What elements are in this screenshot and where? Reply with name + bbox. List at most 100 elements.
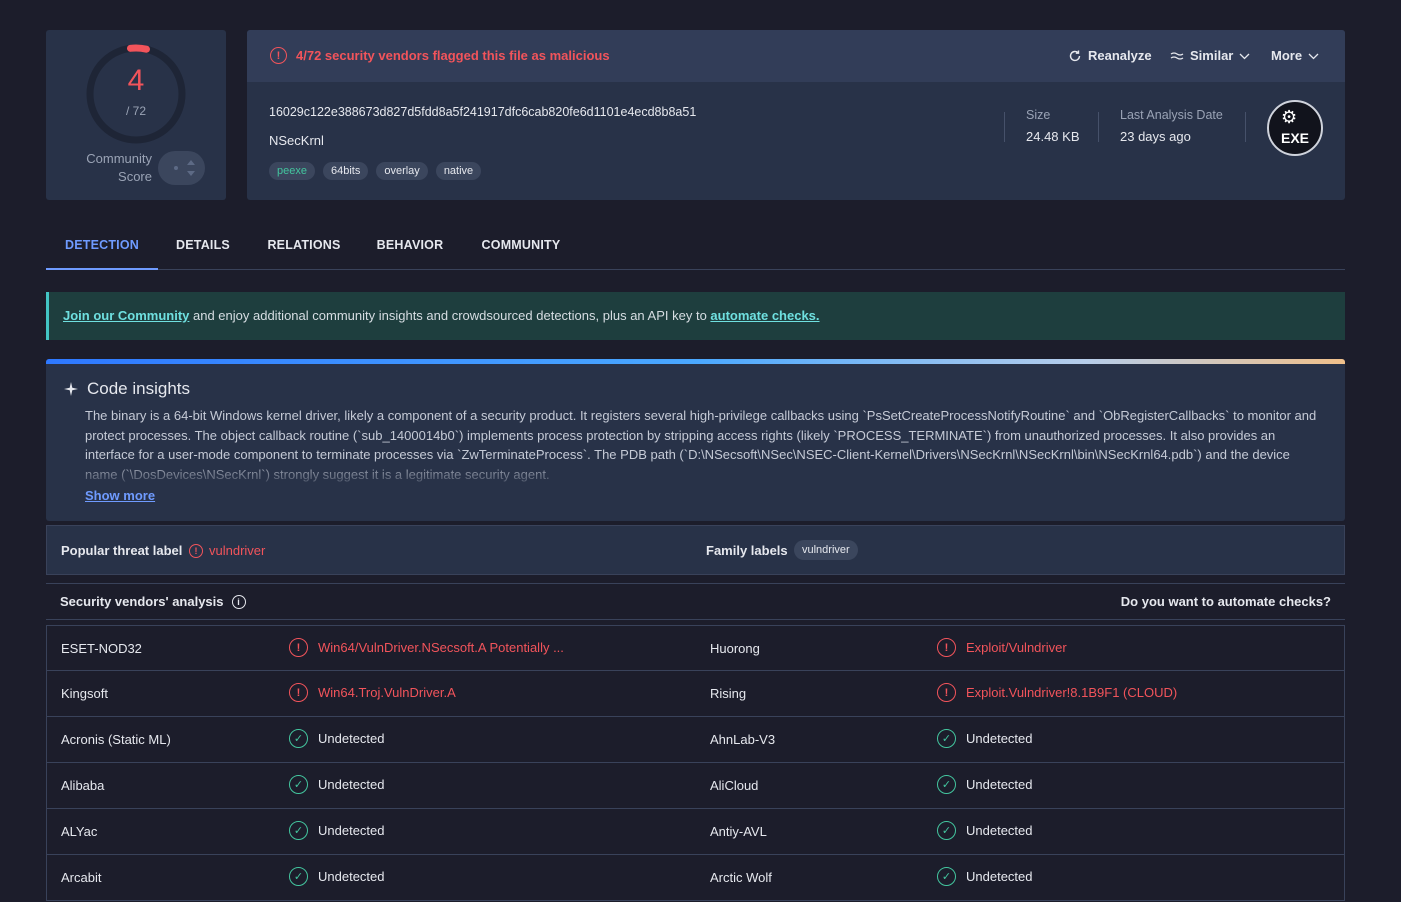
alert-icon: ! [189, 543, 203, 558]
tab-behavior[interactable]: BEHAVIOR [372, 222, 448, 270]
tab-detection[interactable]: DETECTION [46, 222, 158, 270]
reanalyze-label: Reanalyze [1088, 48, 1152, 63]
vendor-result[interactable]: ! Exploit.Vulndriver!8.1B9F1 (CLOUD) [937, 683, 1177, 702]
vendor-result-text: Undetected [318, 777, 385, 792]
vendors-title-text: Security vendors' analysis [60, 594, 224, 609]
more-button[interactable]: More [1271, 48, 1319, 63]
last-analysis-label: Last Analysis Date [1120, 108, 1223, 122]
file-summary-card: ! 4/72 security vendors flagged this fil… [247, 30, 1345, 200]
file-tag[interactable]: 64bits [322, 162, 369, 180]
alert-icon: ! [937, 683, 956, 702]
alert-icon: ! [289, 683, 308, 702]
vendor-result-text: Undetected [966, 777, 1033, 792]
tab-community[interactable]: COMMUNITY [474, 222, 568, 270]
similar-icon [1170, 51, 1184, 60]
file-tags: peexe 64bits overlay native [269, 162, 482, 180]
size-value: 24.48 KB [1026, 129, 1080, 144]
community-score-label-line: Community [86, 151, 152, 166]
vendor-result[interactable]: ! Win64/VulnDriver.NSecsoft.A Potentially… [289, 638, 564, 657]
vote-down-icon[interactable] [187, 171, 195, 176]
vendor-name: Kingsoft [61, 686, 108, 701]
reanalyze-button[interactable]: Reanalyze [1068, 48, 1152, 63]
insights-gradient-bar [46, 359, 1345, 364]
vendor-result-text: Undetected [318, 731, 385, 746]
family-labels-label: Family labels [706, 543, 788, 558]
alert-icon: ! [289, 638, 308, 657]
community-vote-widget[interactable] [158, 151, 205, 185]
tab-details[interactable]: DETAILS [170, 222, 236, 270]
file-tag[interactable]: native [435, 162, 482, 180]
tab-relations[interactable]: RELATIONS [262, 222, 346, 270]
vendor-name: Alibaba [61, 778, 105, 793]
report-tabs: DETECTION DETAILS RELATIONS BEHAVIOR COM… [46, 222, 1345, 270]
vendor-name: Arctic Wolf [710, 870, 772, 885]
automate-checks-prompt[interactable]: Do you want to automate checks? [1121, 594, 1331, 609]
vendor-result-text: Exploit.Vulndriver!8.1B9F1 (CLOUD) [966, 685, 1178, 700]
vendor-name: Rising [710, 686, 747, 701]
vendor-row: ALYac ✓ Undetected Antiy-AVL ✓ Undetected [46, 809, 1345, 855]
vendor-result: ✓ Undetected [289, 821, 385, 840]
code-insights-panel: Code insights The binary is a 64-bit Win… [46, 359, 1345, 521]
vendor-result-text: Undetected [318, 823, 385, 838]
check-circle-icon: ✓ [937, 729, 956, 748]
check-circle-icon: ✓ [937, 867, 956, 886]
vendor-result: ✓ Undetected [937, 729, 1033, 748]
vendor-name: AliCloud [710, 778, 759, 793]
vendor-name: Huorong [710, 641, 760, 656]
info-icon[interactable]: i [231, 594, 246, 609]
vendor-row: Acronis (Static ML) ✓ Undetected AhnLab-V3 ✓… [46, 717, 1345, 763]
malicious-alert-text: 4/72 security vendors flagged this file … [296, 48, 610, 63]
vendor-name: Arcabit [61, 870, 102, 885]
sparkle-icon [64, 382, 78, 396]
alert-icon: ! [937, 638, 956, 657]
vendor-result-text: Undetected [966, 869, 1033, 884]
insights-fade [46, 459, 1345, 487]
vendor-result[interactable]: ! Win64.Troj.VulnDriver.A [289, 683, 456, 702]
divider [1245, 112, 1246, 142]
refresh-icon [1069, 50, 1081, 61]
check-circle-icon: ✓ [289, 775, 308, 794]
vendors-title: Security vendors' analysis i [60, 594, 246, 609]
alert-icon: ! [270, 47, 287, 64]
family-label-tag[interactable]: vulndriver [794, 540, 858, 560]
insights-heading: Code insights [64, 379, 190, 399]
join-community-link[interactable]: Join our Community [63, 308, 189, 323]
automate-checks-link[interactable]: automate checks. [710, 308, 819, 323]
file-tag[interactable]: peexe [269, 162, 315, 180]
vendor-result-text: Win64.Troj.VulnDriver.A [318, 685, 456, 700]
banner-text: and enjoy additional community insights … [189, 308, 711, 323]
vendors-header: Security vendors' analysis i Do you want… [46, 583, 1345, 620]
check-circle-icon: ✓ [937, 775, 956, 794]
show-more-link[interactable]: Show more [85, 488, 155, 503]
vendor-result: ✓ Undetected [289, 775, 385, 794]
vendor-row: Kingsoft! Win64.Troj.VulnDriver.A Rising! E… [46, 671, 1345, 717]
popular-threat-value[interactable]: ! vulndriver [189, 543, 265, 558]
vendor-result-text: Undetected [318, 869, 385, 884]
community-score-dot [174, 166, 178, 170]
vendor-row: Alibaba ✓ Undetected AliCloud ✓ Undetected [46, 763, 1345, 809]
detection-total: / 72 [125, 104, 146, 118]
vendor-result-text: Undetected [966, 823, 1033, 838]
vendor-result[interactable]: ! Exploit/Vulndriver [937, 638, 1067, 657]
vendor-result-text: Undetected [966, 731, 1033, 746]
file-card-header: ! 4/72 security vendors flagged this fil… [247, 30, 1345, 82]
vote-up-icon[interactable] [187, 160, 195, 165]
popular-threat-label: Popular threat label [61, 543, 183, 558]
vendor-row: Arcabit ✓ Undetected Arctic Wolf ✓ Undetected [46, 855, 1345, 901]
insights-title: Code insights [87, 379, 191, 398]
vendor-name: Antiy-AVL [710, 824, 767, 839]
file-hash[interactable]: 16029c122e388673d827d5fdd8a5f241917dfc6c… [269, 105, 696, 119]
file-type-badge: ⚙ EXE [1267, 100, 1323, 156]
check-circle-icon: ✓ [289, 867, 308, 886]
check-circle-icon: ✓ [289, 729, 308, 748]
community-score-label: Community Score [70, 150, 152, 186]
file-type-label: EXE [1280, 130, 1309, 146]
detection-count: 4 [127, 64, 145, 97]
similar-label: Similar [1190, 48, 1234, 63]
file-tag[interactable]: overlay [376, 162, 428, 180]
community-banner: Join our Community and enjoy additional … [46, 292, 1345, 340]
similar-button[interactable]: Similar [1170, 48, 1250, 63]
vendor-result: ✓ Undetected [937, 821, 1033, 840]
vendor-result: ✓ Undetected [289, 729, 385, 748]
vendor-result: ✓ Undetected [289, 867, 385, 886]
